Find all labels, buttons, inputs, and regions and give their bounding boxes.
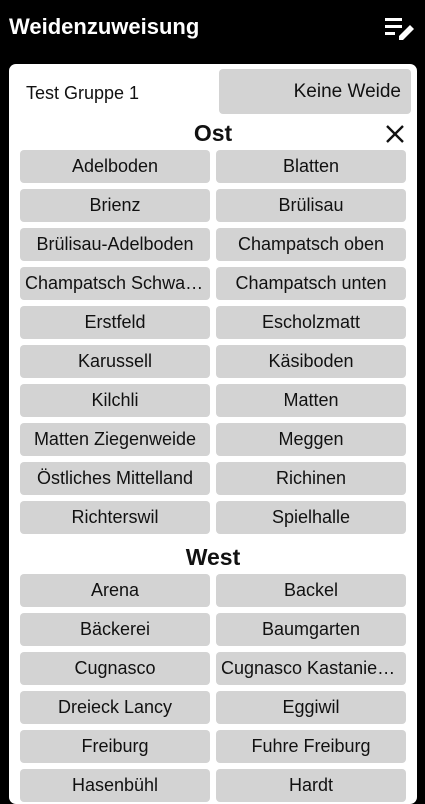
pasture-button[interactable]: Bäckerei — [20, 613, 210, 646]
pasture-button[interactable]: Karussell — [20, 345, 210, 378]
pasture-button[interactable]: Spielhalle — [216, 501, 406, 534]
pasture-button[interactable]: Käsiboden — [216, 345, 406, 378]
pasture-button[interactable]: Hasenbühl — [20, 769, 210, 802]
pasture-button[interactable]: Backel — [216, 574, 406, 607]
pasture-grid-west: Arena Backel Bäckerei Baumgarten Cugnasco Cug… — [9, 574, 417, 802]
playlist-edit-icon[interactable] — [385, 15, 415, 43]
pasture-button[interactable]: Richterswil — [20, 501, 210, 534]
pasture-button[interactable]: Matten Ziegenweide — [20, 423, 210, 456]
pasture-button[interactable]: Champatsch oben — [216, 228, 406, 261]
pasture-button[interactable]: Champatsch Schwarzsee — [20, 267, 210, 300]
pasture-button[interactable]: Dreieck Lancy — [20, 691, 210, 724]
close-icon[interactable] — [385, 124, 405, 144]
pasture-button[interactable]: Kilchli — [20, 384, 210, 417]
section-title-ost: Ost — [193, 120, 233, 146]
pasture-button[interactable]: Brülisau — [216, 189, 406, 222]
pasture-button[interactable]: Champatsch unten — [216, 267, 406, 300]
pasture-button[interactable]: Cugnasco Kastanienhain — [216, 652, 406, 685]
group-row: Test Gruppe 1 Keine Weide — [9, 64, 417, 116]
assignment-panel: Test Gruppe 1 Keine Weide Ost Adelboden B… — [9, 64, 417, 804]
pasture-button[interactable]: Erstfeld — [20, 306, 210, 339]
pasture-button[interactable]: Richinen — [216, 462, 406, 495]
pasture-button[interactable]: Brülisau-Adelboden — [20, 228, 210, 261]
pasture-button[interactable]: Hardt — [216, 769, 406, 802]
pasture-button[interactable]: Adelboden — [20, 150, 210, 183]
no-pasture-button[interactable]: Keine Weide — [219, 69, 411, 114]
pasture-button[interactable]: Brienz — [20, 189, 210, 222]
pasture-button[interactable]: Matten — [216, 384, 406, 417]
pasture-button[interactable]: Meggen — [216, 423, 406, 456]
pasture-grid-ost: Adelboden Blatten Brienz Brülisau Brülisau-A… — [9, 150, 417, 534]
pasture-button[interactable]: Baumgarten — [216, 613, 406, 646]
pasture-button[interactable]: Eggiwil — [216, 691, 406, 724]
pasture-button[interactable]: Blatten — [216, 150, 406, 183]
pasture-button[interactable]: Escholzmatt — [216, 306, 406, 339]
section-title-west: West — [185, 544, 241, 570]
app-bar: Weidenzuweisung — [0, 0, 425, 56]
group-name: Test Gruppe 1 — [26, 83, 140, 103]
pasture-button[interactable]: Fuhre Freiburg — [216, 730, 406, 763]
pasture-button[interactable]: Freiburg — [20, 730, 210, 763]
pasture-button[interactable]: Arena — [20, 574, 210, 607]
app-title: Weidenzuweisung — [9, 14, 200, 39]
pasture-button[interactable]: Östliches Mittelland — [20, 462, 210, 495]
pasture-button[interactable]: Cugnasco — [20, 652, 210, 685]
